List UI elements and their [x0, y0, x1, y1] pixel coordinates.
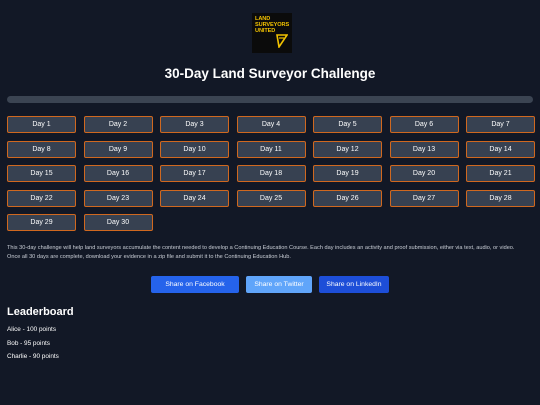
day-button-27[interactable]: Day 27: [389, 189, 459, 207]
day-button-3[interactable]: Day 3: [160, 116, 229, 133]
day-button-28[interactable]: Day 28: [466, 189, 535, 207]
survey-flag-icon: [276, 34, 288, 48]
page-title: 30-Day Land Surveyor Challenge: [164, 66, 376, 81]
leaderboard-list: Alice - 100 points Bob - 95 points Charl…: [7, 326, 59, 367]
day-button-24[interactable]: Day 24: [160, 189, 229, 207]
day-button-25[interactable]: Day 25: [236, 189, 306, 207]
day-grid: Day 1 Day 2 Day 3 Day 4 Day 5 Day 6 Day 7 Day 8…: [7, 116, 535, 231]
day-button-9[interactable]: Day 9: [83, 140, 153, 158]
day-button-13[interactable]: Day 13: [389, 140, 459, 158]
day-button-1[interactable]: Day 1: [7, 116, 76, 133]
day-button-23[interactable]: Day 23: [83, 189, 153, 207]
leaderboard-entry: Alice - 100 points: [7, 326, 57, 333]
leaderboard-title: Leaderboard: [7, 306, 74, 318]
leaderboard-entry: Charlie - 90 points: [7, 353, 59, 360]
day-button-4[interactable]: Day 4: [236, 116, 306, 133]
day-button-5[interactable]: Day 5: [313, 116, 382, 133]
day-button-18[interactable]: Day 18: [236, 165, 306, 182]
day-button-29[interactable]: Day 29: [7, 214, 76, 231]
share-facebook-button[interactable]: Share on Facebook: [151, 276, 239, 293]
day-button-6[interactable]: Day 6: [389, 116, 459, 133]
day-button-26[interactable]: Day 26: [313, 189, 382, 207]
day-button-19[interactable]: Day 19: [313, 165, 382, 182]
challenge-description: This 30-day challenge will help land sur…: [7, 245, 515, 260]
day-button-10[interactable]: Day 10: [160, 140, 229, 158]
logo: LAND SURVEYORS UNITED: [252, 13, 292, 53]
day-button-12[interactable]: Day 12: [313, 140, 382, 158]
share-buttons: Share on Facebook Share on Twitter Share…: [0, 276, 540, 293]
logo-text: LAND SURVEYORS UNITED: [255, 16, 290, 34]
leaderboard-entry: Bob - 95 points: [7, 339, 50, 347]
day-button-30[interactable]: Day 30: [83, 214, 153, 231]
progress-bar: [7, 96, 533, 103]
share-linkedin-button[interactable]: Share on LinkedIn: [319, 276, 389, 293]
day-button-8[interactable]: Day 8: [7, 140, 76, 158]
day-button-20[interactable]: Day 20: [389, 165, 459, 182]
day-button-17[interactable]: Day 17: [160, 165, 229, 182]
day-button-15[interactable]: Day 15: [7, 165, 76, 182]
day-button-14[interactable]: Day 14: [466, 140, 535, 158]
share-twitter-button[interactable]: Share on Twitter: [246, 276, 312, 293]
day-button-16[interactable]: Day 16: [83, 165, 153, 182]
day-button-22[interactable]: Day 22: [7, 189, 76, 207]
day-button-11[interactable]: Day 11: [236, 140, 306, 158]
day-button-2[interactable]: Day 2: [83, 116, 153, 133]
day-button-21[interactable]: Day 21: [466, 165, 535, 182]
day-button-7[interactable]: Day 7: [466, 116, 535, 133]
